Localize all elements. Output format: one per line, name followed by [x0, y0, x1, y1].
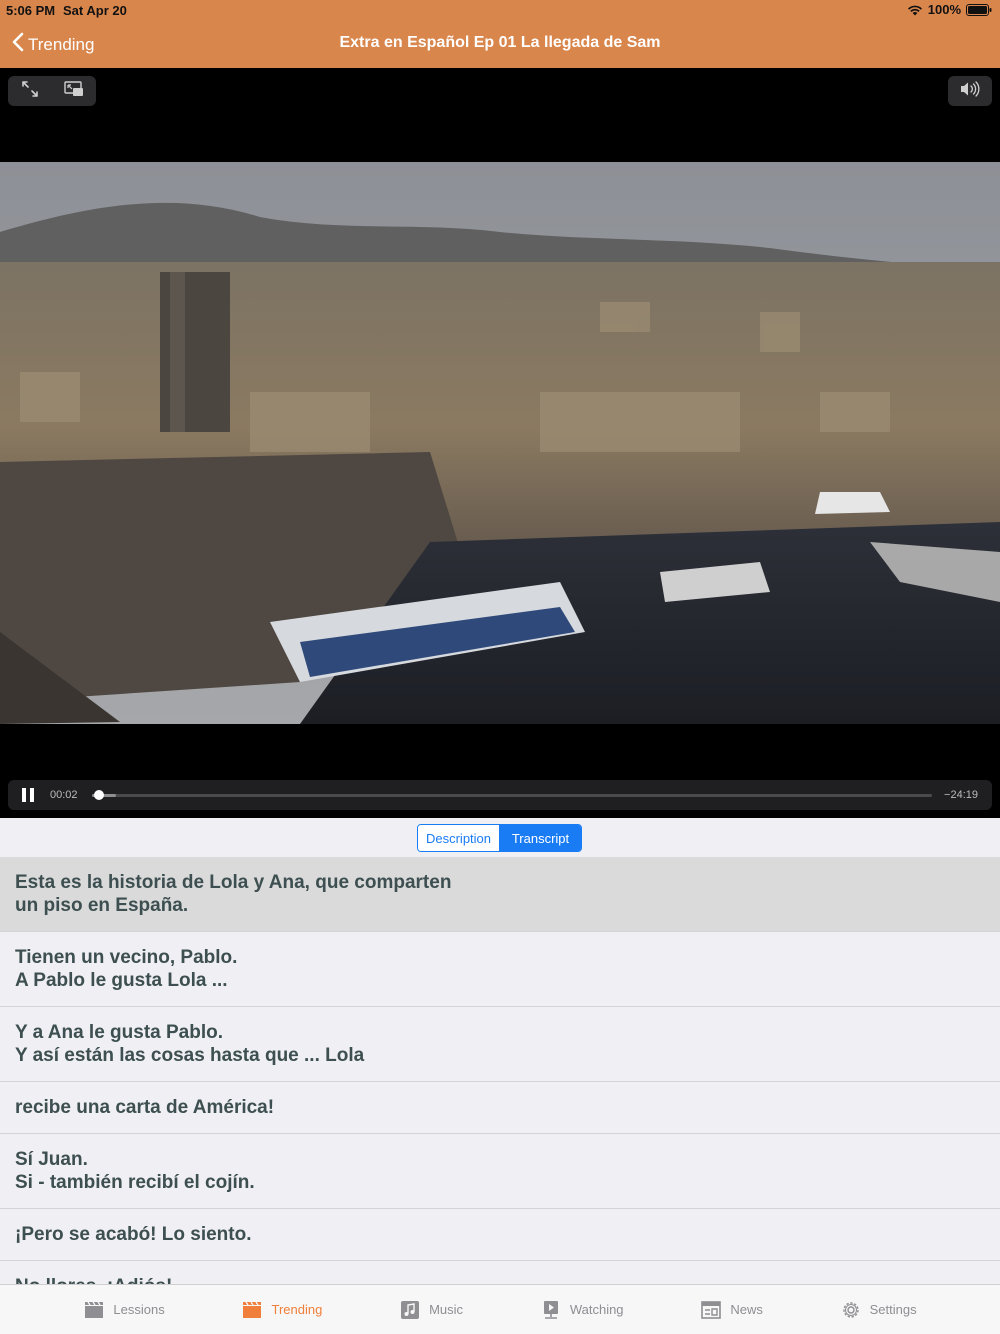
tab-label: Settings [869, 1302, 917, 1317]
transcript-line: recibe una carta de América! [15, 1097, 275, 1118]
tab-label: Music [429, 1302, 464, 1317]
status-time: 5:06 PM [6, 3, 56, 18]
clapperboard-icon [241, 1300, 263, 1320]
status-bar: 5:06 PM Sat Apr 20 100% [0, 0, 1000, 20]
tab-label: News [730, 1302, 763, 1317]
pause-icon-bar [30, 788, 34, 802]
tab-lessions[interactable]: Lessions [83, 1300, 165, 1320]
app-root: 5:06 PM Sat Apr 20 100% Trending Extra e… [0, 0, 1000, 1334]
speaker-icon [959, 80, 981, 102]
video-frame[interactable] [0, 162, 1000, 724]
transcript-line: un piso en España. [15, 895, 189, 916]
volume-control [948, 76, 992, 106]
transcript-line: Tienen un vecino, Pablo. [15, 947, 238, 968]
transcript-line: Y a Ana le gusta Pablo. [15, 1022, 224, 1043]
transcript-row[interactable]: ¡Pero se acabó! Lo siento. [0, 1209, 1000, 1261]
time-elapsed: 00:02 [50, 789, 78, 801]
segment-description[interactable]: Description [418, 825, 500, 851]
tab-settings[interactable]: Settings [840, 1300, 917, 1320]
page-title: Extra en Español Ep 01 La llegada de Sam [339, 34, 661, 51]
tab-label: Lessions [113, 1302, 165, 1317]
video-still-image [0, 162, 1000, 724]
transcript-line: No llores. ¡Adiós! [15, 1275, 985, 1284]
transcript-line: Y así están las cosas hasta que ... Lola [15, 1045, 365, 1066]
transcript-row[interactable]: Tienen un vecino, Pablo. A Pablo le gusta… [0, 932, 1000, 1007]
gear-icon [840, 1300, 862, 1320]
tab-trending[interactable]: Trending [241, 1300, 322, 1320]
transcript-row[interactable]: Esta es la historia de Lola y Ana, que c… [0, 857, 1000, 932]
fullscreen-button[interactable] [15, 79, 45, 103]
expand-arrows-icon [21, 80, 39, 103]
transcript-line: Esta es la historia de Lola y Ana, que c… [15, 872, 452, 893]
picture-in-picture-icon [64, 80, 84, 102]
pause-icon-bar [22, 788, 26, 802]
time-remaining: −24:19 [944, 789, 978, 801]
navigation-header: 5:06 PM Sat Apr 20 100% Trending Extra e… [0, 0, 1000, 68]
transcript-line: ¡Pero se acabó! Lo siento. [15, 1224, 252, 1245]
tab-label: Watching [569, 1302, 624, 1317]
clapperboard-icon [83, 1300, 105, 1320]
transcript-line: Sí Juan. [15, 1149, 88, 1170]
music-note-icon [399, 1300, 421, 1320]
picture-in-picture-button[interactable] [59, 79, 89, 103]
progress-scrubber[interactable] [92, 790, 932, 800]
transcript-row[interactable]: No llores. ¡Adiós! [0, 1261, 1000, 1284]
volume-button[interactable] [955, 79, 985, 103]
wifi-icon [907, 4, 923, 16]
description-transcript-switch: Description Transcript [417, 824, 582, 852]
pause-button[interactable] [22, 788, 36, 802]
transcript-row[interactable]: Sí Juan. Si - también recibí el cojín. [0, 1134, 1000, 1209]
tab-label: Trending [271, 1302, 323, 1317]
transcript-list: Esta es la historia de Lola y Ana, que c… [0, 857, 1000, 1284]
battery-percent: 100% [927, 2, 961, 17]
scrubber-handle[interactable] [93, 790, 104, 800]
tab-watching[interactable]: Watching [540, 1300, 624, 1320]
transcript-line: Si - también recibí el cojín. [15, 1172, 255, 1193]
transcript-row[interactable]: recibe una carta de América! [0, 1082, 1000, 1134]
tab-music[interactable]: Music [399, 1300, 463, 1320]
battery-icon [966, 3, 992, 16]
segment-transcript[interactable]: Transcript [500, 825, 581, 851]
player-top-controls [8, 76, 96, 106]
tab-bar: Lessions Trending Music Watching News Setting… [0, 1284, 1000, 1334]
transcript-row[interactable]: Y a Ana le gusta Pablo. Y así están las c… [0, 1007, 1000, 1082]
status-date: Sat Apr 20 [63, 3, 127, 18]
video-player[interactable]: 00:02 −24:19 [0, 68, 1000, 818]
tab-news[interactable]: News [700, 1300, 763, 1320]
newspaper-icon [700, 1300, 722, 1320]
transcript-line: A Pablo le gusta Lola ... [15, 970, 228, 991]
transport-bar: 00:02 −24:19 [8, 780, 992, 810]
video-play-icon [540, 1300, 562, 1320]
status-right: 100% [907, 2, 992, 17]
